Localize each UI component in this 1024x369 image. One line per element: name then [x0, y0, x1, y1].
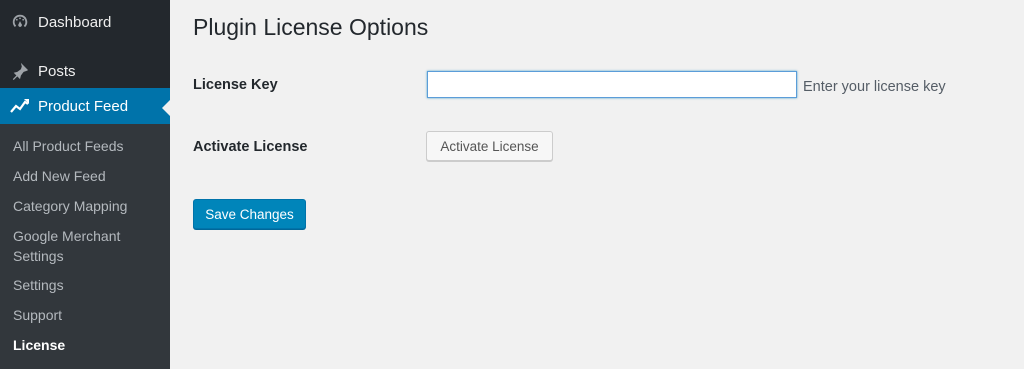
product-feed-submenu: All Product Feeds Add New Feed Category … [0, 124, 170, 369]
activate-license-label: Activate License [193, 139, 308, 155]
menu-label: Posts [38, 62, 76, 80]
dashboard-icon [10, 12, 30, 32]
submenu-item-add-new-feed[interactable]: Add New Feed [13, 166, 163, 186]
chart-line-icon [10, 96, 30, 116]
license-key-input[interactable] [427, 71, 797, 98]
activate-license-button[interactable]: Activate License [426, 131, 553, 161]
menu-label: Dashboard [38, 13, 112, 31]
submenu-item-category-mapping[interactable]: Category Mapping [13, 196, 163, 216]
menu-item-posts[interactable]: Posts [0, 51, 170, 91]
page-title: Plugin License Options [193, 14, 429, 40]
submenu-item-all-product-feeds[interactable]: All Product Feeds [13, 136, 163, 156]
submenu-item-google-merchant-settings[interactable]: Google Merchant Settings [13, 226, 163, 266]
menu-label: Product Feed [38, 97, 129, 115]
license-key-label: License Key [193, 77, 278, 93]
pin-icon [10, 61, 30, 81]
submenu-item-license[interactable]: License [13, 335, 163, 355]
menu-item-product-feed[interactable]: Product Feed [0, 88, 170, 124]
admin-sidebar: Dashboard Posts Product Feed All Product… [0, 0, 170, 369]
menu-item-dashboard[interactable]: Dashboard [0, 2, 170, 42]
save-changes-button[interactable]: Save Changes [193, 199, 306, 229]
submenu-item-support[interactable]: Support [13, 305, 163, 325]
license-key-description: Enter your license key [803, 79, 946, 95]
submenu-item-settings[interactable]: Settings [13, 275, 163, 295]
